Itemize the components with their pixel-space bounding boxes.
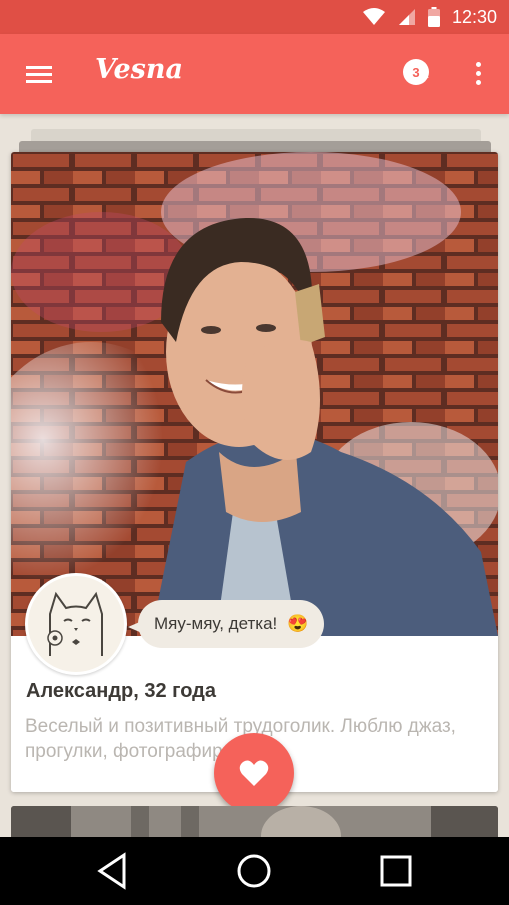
- status-icons: 12:30: [362, 0, 497, 34]
- avatar[interactable]: [25, 573, 127, 675]
- speech-bubble: Мяу-мяу, детка! 😍: [138, 600, 325, 648]
- cat-avatar-icon: [47, 591, 103, 656]
- more-vert-icon: [465, 62, 491, 85]
- home-icon: [237, 854, 271, 888]
- wifi-icon: [362, 8, 385, 25]
- profile-photo: [11, 152, 498, 636]
- more-options-button[interactable]: [465, 58, 491, 90]
- menu-icon: [26, 66, 52, 83]
- menu-button[interactable]: [22, 56, 58, 92]
- messages-button[interactable]: 3: [403, 59, 433, 89]
- profile-card[interactable]: Александр, 32 года Веселый и позитивный …: [11, 152, 498, 792]
- recents-button[interactable]: [376, 851, 416, 891]
- battery-icon: [427, 7, 440, 27]
- messages-count-badge: 3: [403, 59, 429, 85]
- screen: 12:30 Vesna 3 Александр, 32 года Веселый…: [0, 0, 509, 905]
- back-button[interactable]: [94, 851, 134, 891]
- heart-icon: [239, 760, 269, 786]
- like-button[interactable]: [214, 733, 294, 813]
- recents-icon: [380, 855, 412, 887]
- profile-name: Александр, 32 года: [26, 680, 216, 702]
- status-time: 12:30: [451, 6, 497, 27]
- app-bar: Vesna 3: [0, 34, 509, 114]
- navigation-bar: [0, 837, 509, 905]
- signal-icon: [398, 9, 415, 25]
- status-bar: 12:30: [0, 0, 509, 34]
- speech-bubble-text: Мяу-мяу, детка!: [154, 614, 278, 633]
- back-icon: [97, 852, 126, 890]
- app-title: Vesna: [95, 54, 183, 85]
- home-button[interactable]: [234, 851, 274, 891]
- heart-eyes-emoji-icon: 😍: [287, 614, 309, 633]
